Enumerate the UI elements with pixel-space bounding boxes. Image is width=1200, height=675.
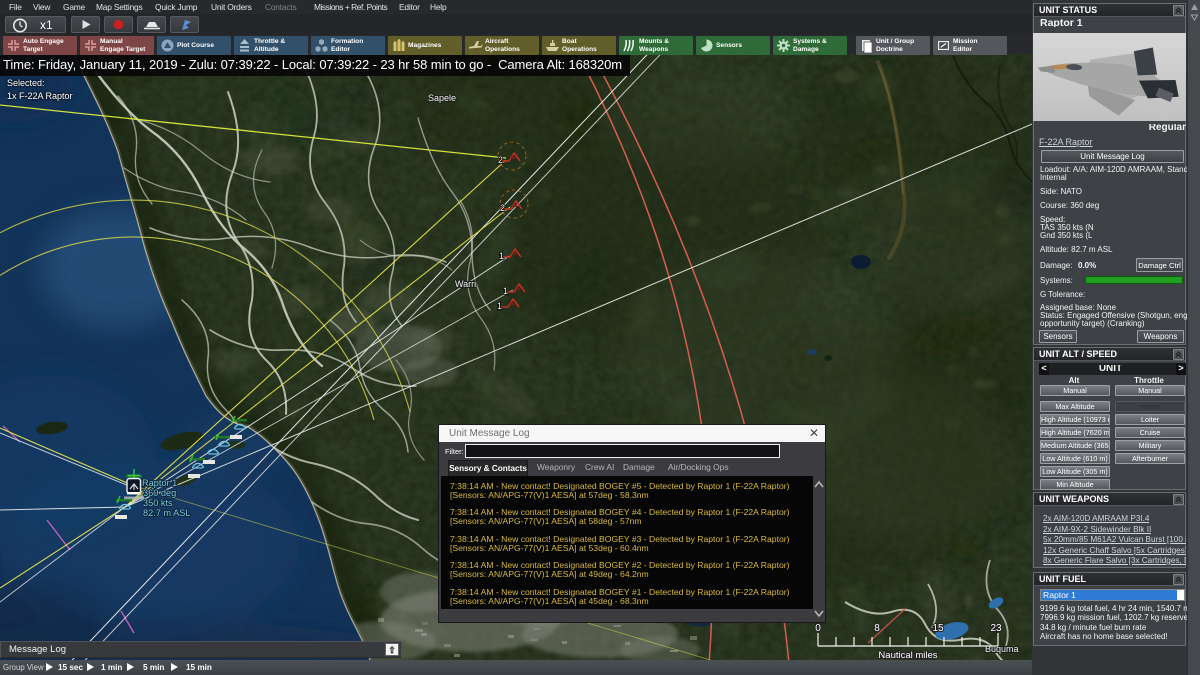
svg-text:Raptor 1: Raptor 1 <box>142 478 177 488</box>
svg-text:1: 1 <box>503 286 508 296</box>
svg-text:2: 2 <box>500 203 505 213</box>
svg-text:360 deg: 360 deg <box>143 488 176 498</box>
svg-text:Sapele: Sapele <box>428 93 456 103</box>
svg-text:1: 1 <box>499 251 504 261</box>
svg-text:0: 0 <box>815 623 821 634</box>
svg-text:350 kts: 350 kts <box>143 498 173 508</box>
svg-text:1: 1 <box>497 301 502 311</box>
svg-text:15: 15 <box>932 623 944 634</box>
svg-text:2: 2 <box>498 155 503 165</box>
svg-text:23: 23 <box>990 623 1002 634</box>
svg-text:8: 8 <box>874 623 880 634</box>
svg-text:82.7 m ASL: 82.7 m ASL <box>143 508 191 518</box>
svg-text:Warri: Warri <box>455 279 476 289</box>
